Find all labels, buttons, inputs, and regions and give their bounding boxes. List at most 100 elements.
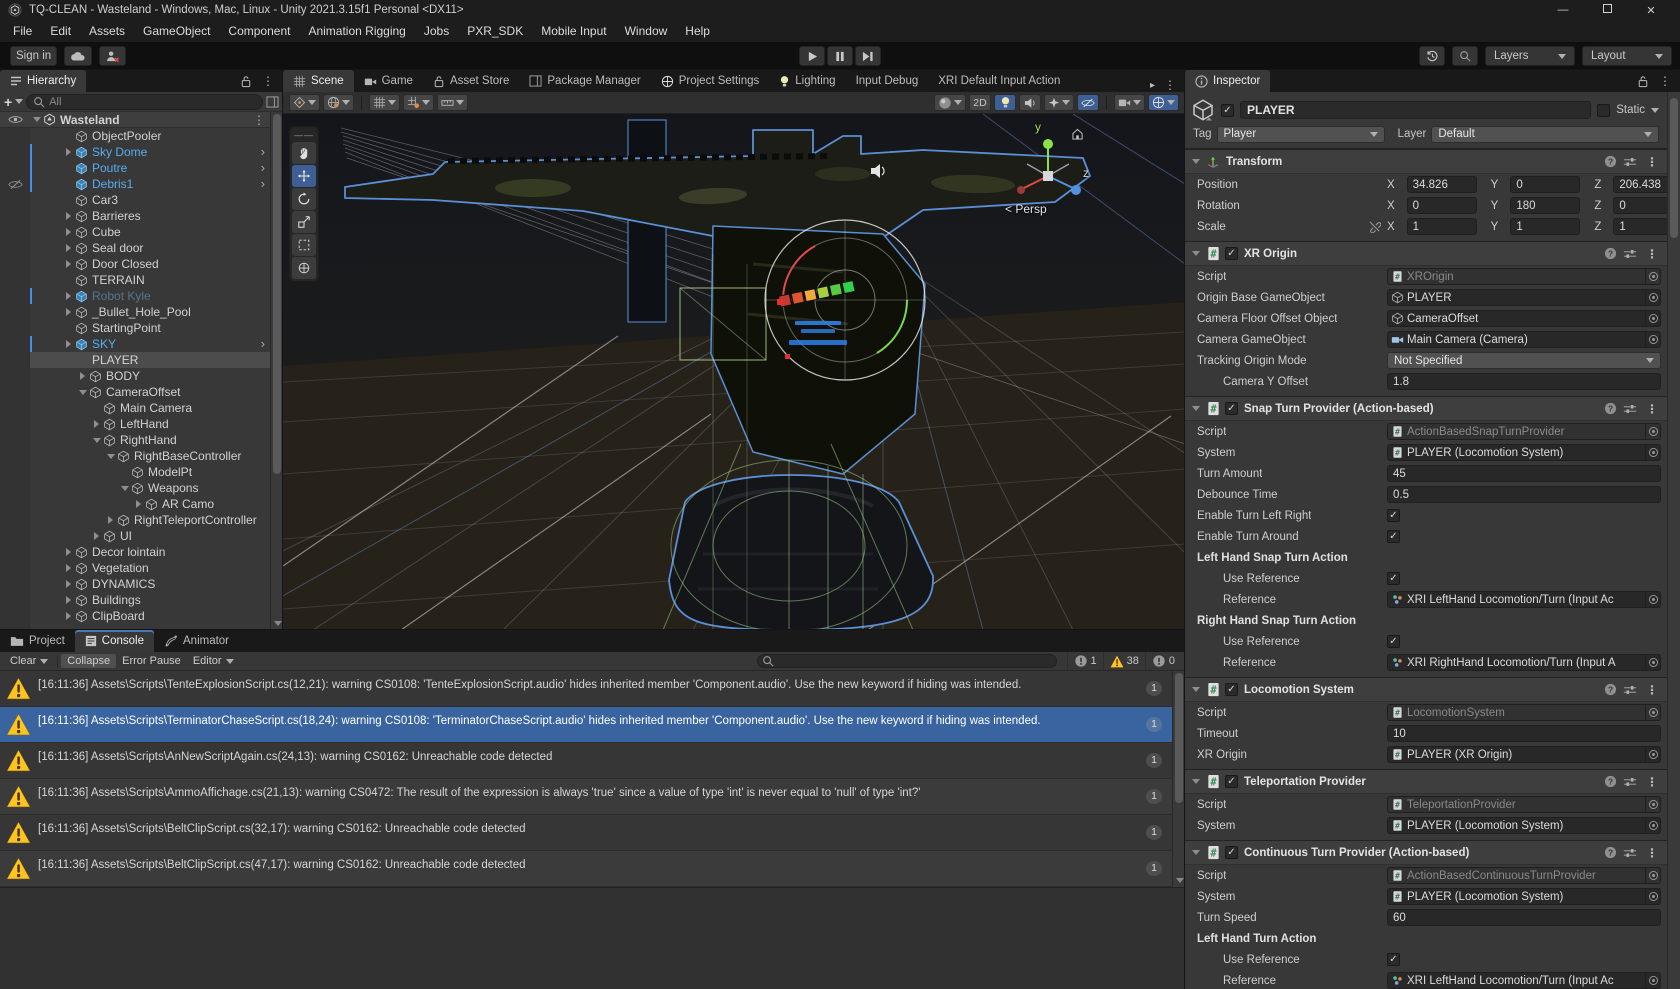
close-button[interactable]: ✕ xyxy=(1644,4,1658,17)
input-scale-y[interactable] xyxy=(1510,218,1580,235)
component-enabled-checkbox[interactable]: ✓ xyxy=(1225,247,1238,260)
scrollbar-thumb[interactable] xyxy=(1175,673,1183,803)
object-picker-icon[interactable] xyxy=(1645,747,1660,762)
object-field-script[interactable]: #ActionBasedSnapTurnProvider xyxy=(1387,423,1661,440)
foldout-arrow-icon[interactable] xyxy=(1189,850,1202,855)
hierarchy-item-decor-lointain[interactable]: Decor lointain xyxy=(0,544,270,560)
object-picker-icon[interactable] xyxy=(1645,311,1660,326)
prefab-chevron-icon[interactable]: › xyxy=(261,163,265,173)
hierarchy-item-sky-dome[interactable]: Sky Dome› xyxy=(0,144,270,160)
object-field-script[interactable]: #LocomotionSystem xyxy=(1387,704,1661,721)
console-message[interactable]: [16:11:36] Assets\Scripts\BeltClipScript… xyxy=(0,815,1172,851)
lock-icon[interactable] xyxy=(1637,75,1649,88)
rect-tool-button[interactable] xyxy=(292,234,316,256)
hierarchy-scrollbar[interactable] xyxy=(270,112,283,630)
scale-tool-button[interactable] xyxy=(292,211,316,233)
cloud-button[interactable] xyxy=(64,46,92,66)
static-checkbox[interactable] xyxy=(1597,104,1610,117)
axis-z-label[interactable]: z xyxy=(1083,166,1089,180)
component-header-teleportation-provider[interactable]: #✓Teleportation Provider?⋮ xyxy=(1185,770,1667,794)
static-dropdown-icon[interactable] xyxy=(1651,108,1659,113)
tab-project[interactable]: Project xyxy=(0,630,75,652)
undo-history-button[interactable] xyxy=(1419,46,1445,66)
hierarchy-item-debris1[interactable]: Debris1› xyxy=(0,176,270,192)
camera-settings-dropdown[interactable] xyxy=(1114,94,1145,111)
object-picker-icon[interactable] xyxy=(1645,868,1660,883)
object-picker-icon[interactable] xyxy=(1645,332,1660,347)
hierarchy-item-poutre[interactable]: Poutre› xyxy=(0,160,270,176)
object-picker-icon[interactable] xyxy=(1645,445,1660,460)
component-menu-icon[interactable]: ⋮ xyxy=(1643,155,1661,169)
hierarchy-item-weapons[interactable]: Weapons xyxy=(0,480,270,496)
transform-tool-button[interactable] xyxy=(292,257,316,279)
expand-arrow-icon[interactable] xyxy=(118,486,131,491)
warning-count-toggle[interactable]: 38 xyxy=(1103,652,1145,670)
component-menu-icon[interactable]: ⋮ xyxy=(1643,683,1661,697)
scroll-down-icon[interactable] xyxy=(274,621,282,626)
more-tabs-icon[interactable]: ▸ xyxy=(1150,80,1155,91)
expand-arrow-icon[interactable] xyxy=(62,580,75,588)
menu-animation-rigging[interactable]: Animation Rigging xyxy=(299,22,414,40)
tab-project-settings[interactable]: Project Settings xyxy=(651,70,770,92)
console-message[interactable]: [16:11:36] Assets\Scripts\AmmoAffichage.… xyxy=(0,779,1172,815)
object-field-system[interactable]: #PLAYER (Locomotion System) xyxy=(1387,888,1661,905)
input-rotation-y[interactable] xyxy=(1510,197,1580,214)
object-field-reference[interactable]: XRI RightHand Locomotion/Turn (Input A xyxy=(1387,654,1661,671)
scene-viewport[interactable]: —— y z < Persp xyxy=(283,114,1185,630)
menu-gameobject[interactable]: GameObject xyxy=(134,22,219,40)
render-mode-dropdown[interactable] xyxy=(934,94,966,111)
component-menu-icon[interactable]: ⋮ xyxy=(1643,846,1661,860)
hierarchy-item-vegetation[interactable]: Vegetation xyxy=(0,560,270,576)
hierarchy-item-sky[interactable]: SKY› xyxy=(0,336,270,352)
hierarchy-item-lefthand[interactable]: LeftHand xyxy=(0,416,270,432)
component-header-snap-turn-provider-action-based[interactable]: #✓Snap Turn Provider (Action-based)?⋮ xyxy=(1185,397,1667,421)
expand-arrow-icon[interactable] xyxy=(62,548,75,556)
expand-arrow-icon[interactable] xyxy=(30,117,43,122)
play-button[interactable] xyxy=(799,46,825,66)
pause-button[interactable] xyxy=(827,46,853,66)
object-field-reference[interactable]: XRI LeftHand Locomotion/Turn (Input Ac xyxy=(1387,972,1661,989)
hierarchy-item-dynamics[interactable]: DYNAMICS xyxy=(0,576,270,592)
move-tool-button[interactable] xyxy=(292,165,316,187)
scrollbar-thumb[interactable] xyxy=(1670,98,1678,238)
hierarchy-scene-wasteland[interactable]: Wasteland⋮ xyxy=(0,112,270,128)
effects-dropdown[interactable] xyxy=(1044,94,1074,111)
expand-arrow-icon[interactable] xyxy=(62,244,75,252)
console-collapse-button[interactable]: Collapse xyxy=(61,654,116,668)
hierarchy-item-buildings[interactable]: Buildings xyxy=(0,592,270,608)
tab-animator[interactable]: Animator xyxy=(154,630,239,652)
input-timeout[interactable] xyxy=(1387,725,1661,742)
console-message[interactable]: [16:11:36] Assets\Scripts\TerminatorChas… xyxy=(0,707,1172,743)
grid-snap-button[interactable] xyxy=(403,94,434,111)
checkbox-use-reference[interactable]: ✓ xyxy=(1387,953,1400,966)
hierarchy-item-player[interactable]: PLAYER xyxy=(0,352,270,368)
component-enabled-checkbox[interactable]: ✓ xyxy=(1225,775,1238,788)
hierarchy-item-rightteleportcontroller[interactable]: RightTeleportController xyxy=(0,512,270,528)
object-field-system[interactable]: #PLAYER (Locomotion System) xyxy=(1387,817,1661,834)
scene-3d-render[interactable] xyxy=(283,114,1185,630)
object-picker-icon[interactable] xyxy=(1645,424,1660,439)
hierarchy-item-righthand[interactable]: RightHand xyxy=(0,432,270,448)
tab-game[interactable]: Game xyxy=(354,70,423,92)
foldout-arrow-icon[interactable] xyxy=(1189,406,1202,411)
input-camera-y-offset[interactable] xyxy=(1387,373,1661,390)
tab-console[interactable]: Console xyxy=(75,630,154,652)
component-enabled-checkbox[interactable]: ✓ xyxy=(1225,402,1238,415)
search-button[interactable] xyxy=(1452,46,1478,66)
foldout-arrow-icon[interactable] xyxy=(1189,251,1202,256)
hierarchy-item-door-closed[interactable]: Door Closed xyxy=(0,256,270,272)
expand-arrow-icon[interactable] xyxy=(62,596,75,604)
menu-jobs[interactable]: Jobs xyxy=(415,22,458,40)
component-header-continuous-turn-provider-action-based[interactable]: #✓Continuous Turn Provider (Action-based… xyxy=(1185,841,1667,865)
grid-visibility-button[interactable] xyxy=(369,94,400,111)
menu-pxr-sdk[interactable]: PXR_SDK xyxy=(458,22,532,40)
layer-dropdown[interactable]: Default xyxy=(1431,126,1659,143)
hierarchy-item-cameraoffset[interactable]: CameraOffset xyxy=(0,384,270,400)
hierarchy-item-startingpoint[interactable]: StartingPoint xyxy=(0,320,270,336)
checkbox-use-reference[interactable]: ✓ xyxy=(1387,572,1400,585)
input-rotation-x[interactable] xyxy=(1407,197,1477,214)
tab-scene[interactable]: Scene xyxy=(283,70,354,92)
component-enabled-checkbox[interactable]: ✓ xyxy=(1225,683,1238,696)
expand-arrow-icon[interactable] xyxy=(62,340,75,348)
link-icon[interactable] xyxy=(1368,220,1381,233)
